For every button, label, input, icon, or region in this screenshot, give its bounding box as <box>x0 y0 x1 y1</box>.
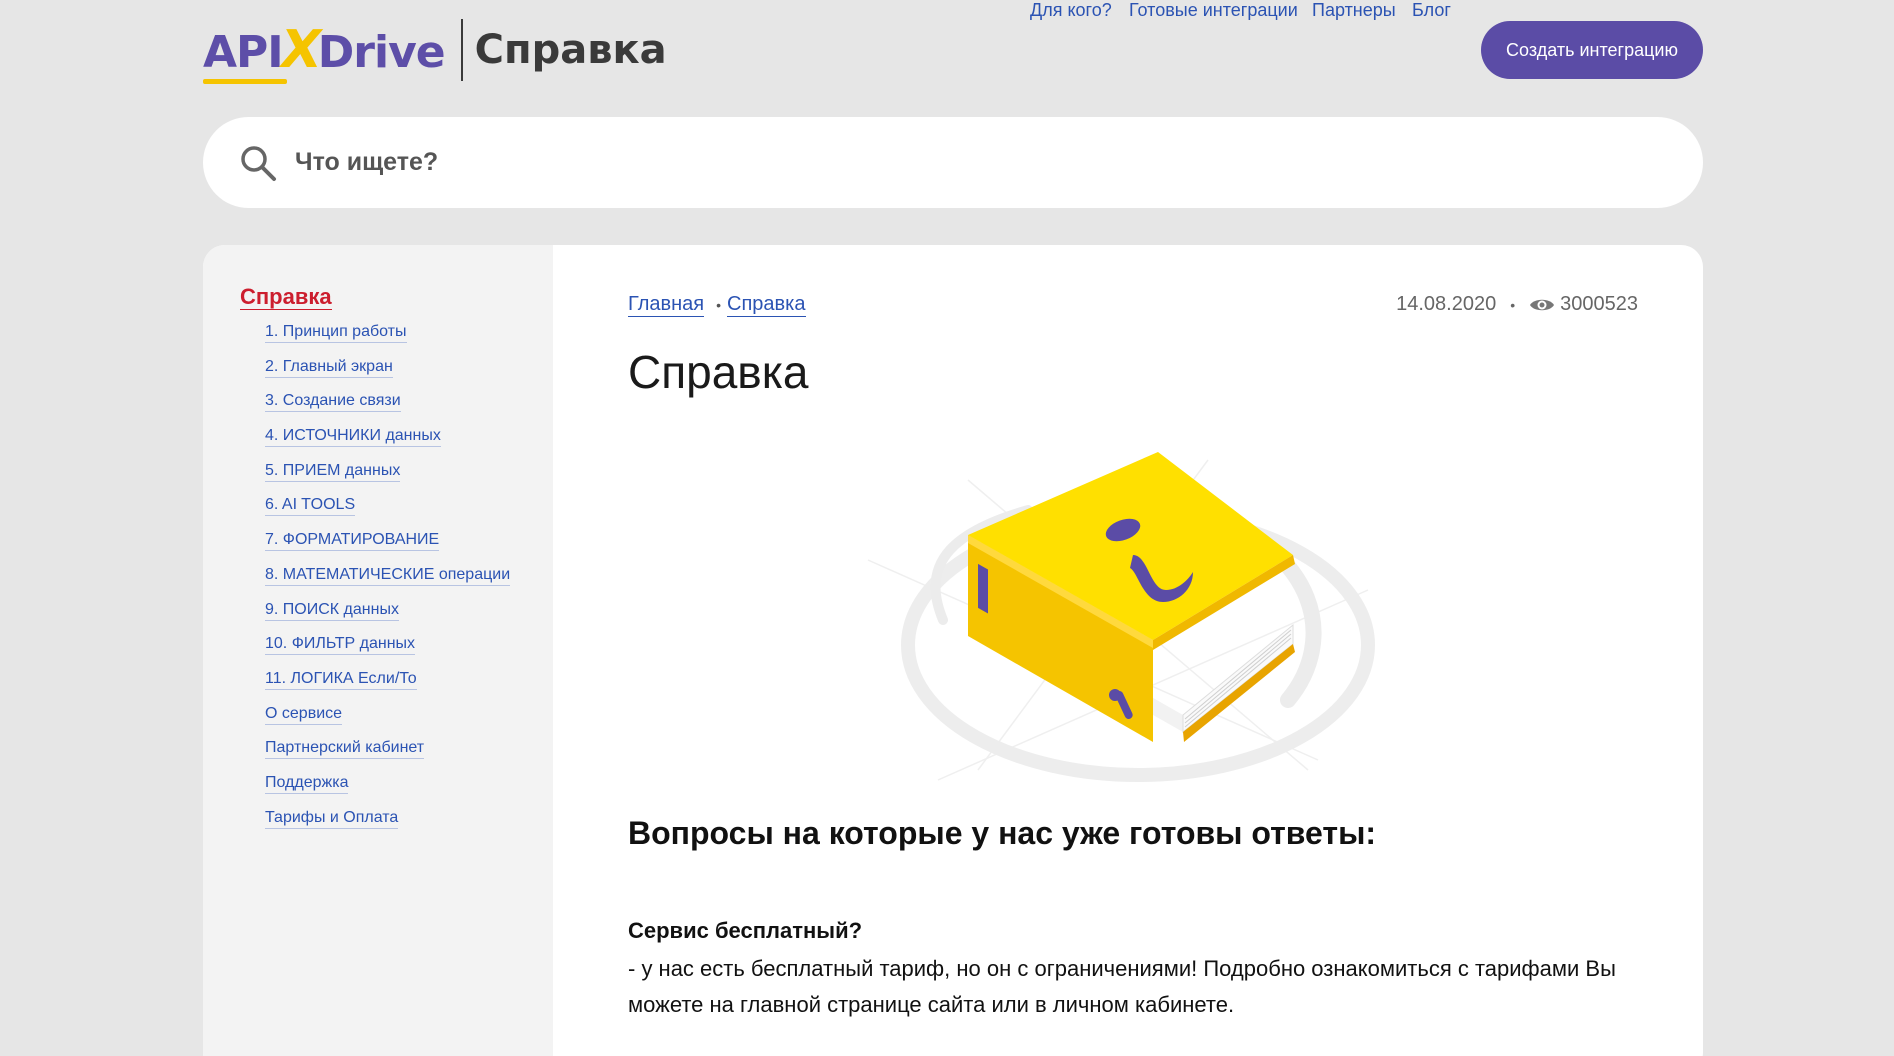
help-book-illustration <box>867 452 1375 782</box>
header: APIXDrive Справка Для кого? Готовые инте… <box>0 0 1894 100</box>
sidebar-item-data-search[interactable]: 9. ПОИСК данных <box>265 600 399 621</box>
nav-link-for-whom[interactable]: Для кого? <box>1030 0 1112 21</box>
sidebar-item-support[interactable]: Поддержка <box>265 773 349 794</box>
faq-answer: - у нас есть бесплатный тариф, но он с о… <box>628 956 1616 1017</box>
sidebar-list: 1. Принцип работы 2. Главный экран 3. Со… <box>265 323 511 843</box>
article-meta: 14.08.2020 • 3000523 <box>1396 293 1638 316</box>
sidebar-item-math[interactable]: 8. МАТЕМАТИЧЕСКИЕ операции <box>265 565 511 586</box>
breadcrumb-separator: • <box>716 297 722 313</box>
meta-separator: • <box>1510 296 1516 313</box>
sidebar-item-main-screen[interactable]: 2. Главный экран <box>265 357 393 378</box>
breadcrumb-help[interactable]: Справка <box>727 293 806 317</box>
sidebar: Справка 1. Принцип работы 2. Главный экр… <box>203 245 553 1056</box>
nav-link-integrations[interactable]: Готовые интеграции <box>1129 0 1298 21</box>
sidebar-item-ai-tools[interactable]: 6. AI TOOLS <box>265 496 356 517</box>
logo-subtitle: Справка <box>474 27 667 73</box>
sidebar-item-principle[interactable]: 1. Принцип работы <box>265 323 407 343</box>
logo-divider <box>460 19 463 81</box>
nav-link-partners[interactable]: Партнеры <box>1312 0 1396 21</box>
faq-question: Сервис бесплатный? <box>628 918 863 943</box>
nav-link-blog[interactable]: Блог <box>1412 0 1451 21</box>
logo-wordmark: APIXDrive <box>203 20 446 84</box>
main-article: Главная • Справка 14.08.2020 • 3000523 С… <box>628 245 1638 1056</box>
sidebar-item-logic[interactable]: 11. ЛОГИКА Если/То <box>265 669 417 690</box>
sidebar-item-pricing[interactable]: Тарифы и Оплата <box>265 808 399 829</box>
view-count: 3000523 <box>1560 293 1638 315</box>
content-card: Справка 1. Принцип работы 2. Главный экр… <box>203 245 1703 1056</box>
search-bar[interactable] <box>203 117 1703 208</box>
eye-icon <box>1530 299 1555 310</box>
sidebar-item-formatting[interactable]: 7. ФОРМАТИРОВАНИЕ <box>265 531 440 552</box>
sidebar-title-link[interactable]: Справка <box>240 285 332 310</box>
create-integration-button[interactable]: Создать интеграцию <box>1481 21 1703 79</box>
breadcrumb-home[interactable]: Главная <box>628 293 705 317</box>
page-title: Справка <box>628 346 809 398</box>
breadcrumb: Главная • Справка <box>628 293 806 317</box>
search-icon <box>241 146 276 181</box>
search-input[interactable] <box>295 137 1595 187</box>
faq-heading: Вопросы на которые у нас уже готовы отве… <box>628 815 1377 851</box>
sidebar-item-data-sources[interactable]: 4. ИСТОЧНИКИ данных <box>265 427 441 448</box>
sidebar-item-data-receive[interactable]: 5. ПРИЕМ данных <box>265 461 401 482</box>
sidebar-item-data-filter[interactable]: 10. ФИЛЬТР данных <box>265 635 416 656</box>
sidebar-item-create-connection[interactable]: 3. Создание связи <box>265 392 401 413</box>
sidebar-item-partner-cabinet[interactable]: Партнерский кабинет <box>265 739 425 760</box>
logo[interactable]: APIXDrive Справка <box>203 18 667 84</box>
article-date: 14.08.2020 <box>1396 293 1497 315</box>
sidebar-item-about[interactable]: О сервисе <box>265 704 343 725</box>
